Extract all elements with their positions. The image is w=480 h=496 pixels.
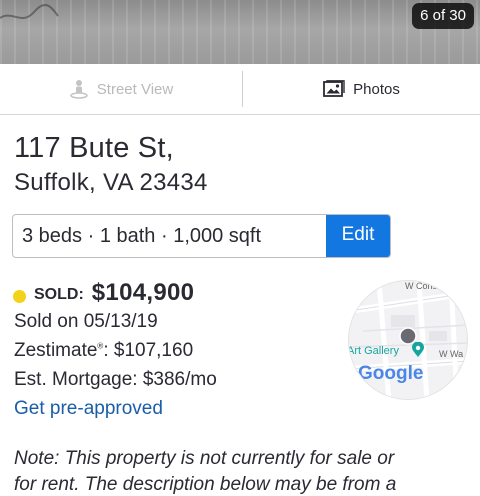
map-street-label-right: W Wa xyxy=(439,349,464,359)
beds-baths-sqft: 3 beds · 1 bath · 1,000 sqft xyxy=(22,225,262,247)
estimated-mortgage[interactable]: Est. Mortgage: $386/mo xyxy=(14,369,217,391)
zestimate-label[interactable]: Zestimate xyxy=(14,340,97,361)
property-note-line-2: for rent. The description below may be f… xyxy=(14,474,397,495)
edit-facts-button[interactable]: Edit xyxy=(326,215,390,257)
street-view-icon xyxy=(70,80,88,99)
tab-street-view[interactable]: Street View xyxy=(0,71,243,107)
address-street: 117 Bute St, xyxy=(14,132,174,164)
status-label: SOLD: xyxy=(34,286,84,303)
media-tabs: Street View Photos xyxy=(0,64,480,115)
property-note-line-1: Note: This property is not currently for… xyxy=(14,448,395,469)
sold-status-dot-icon xyxy=(13,289,26,303)
poi-pin-icon xyxy=(412,342,424,357)
photo-counter: 6 of 30 xyxy=(412,3,474,29)
photos-icon xyxy=(323,80,345,97)
tab-photos[interactable]: Photos xyxy=(243,64,480,114)
home-facts-box: 3 beds · 1 bath · 1,000 sqft Edit xyxy=(12,214,391,258)
sold-date: Sold on 05/13/19 xyxy=(14,311,158,332)
location-map[interactable]: W Cons Art Gallery W Wa Google xyxy=(348,280,468,400)
map-street-label-top: W Cons xyxy=(405,281,438,291)
photo-detail xyxy=(0,4,59,19)
address-city-state-zip: Suffolk, VA 23434 xyxy=(14,169,208,196)
sold-status-row: SOLD: $104,900 xyxy=(13,279,194,307)
photos-label: Photos xyxy=(353,80,400,98)
street-view-label: Street View xyxy=(96,80,174,98)
map-poi-label: Art Gallery xyxy=(348,345,399,357)
google-logo: Google xyxy=(358,363,424,384)
zestimate-value: : $107,160 xyxy=(103,340,194,361)
photo-texture xyxy=(0,0,480,64)
zestimate-row: Zestimate®: $107,160 xyxy=(14,340,193,362)
listing-photo[interactable]: 6 of 30 xyxy=(0,0,480,64)
sold-price: $104,900 xyxy=(91,279,195,306)
get-pre-approved-link[interactable]: Get pre-approved xyxy=(14,398,163,420)
